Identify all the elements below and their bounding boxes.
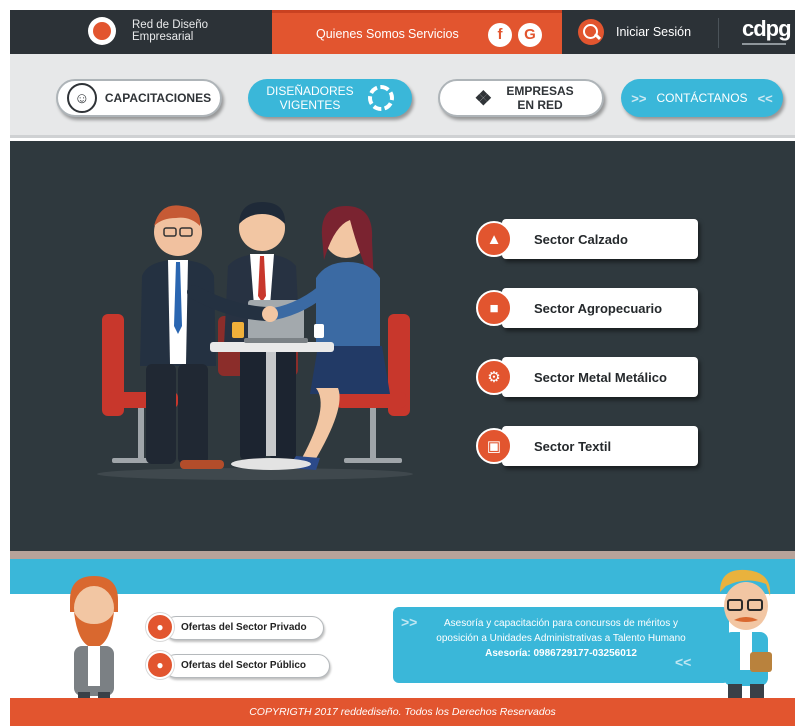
partner-logo[interactable]: cdpg: [742, 16, 792, 42]
chevron-left-icon: <<: [757, 90, 773, 106]
hero-panel: ▲ Sector Calzado ■ Sector Agropecuario ⚙…: [10, 141, 795, 551]
asesoria-banner[interactable]: >> Asesoría y capacitación para concurso…: [393, 607, 729, 683]
facebook-icon[interactable]: f: [488, 23, 512, 47]
oferta-sector-privado[interactable]: ● Ofertas del Sector Privado: [146, 613, 326, 641]
recycle-icon: [367, 85, 394, 111]
business-meeting-illustration: [97, 202, 413, 480]
tab-empresas-line-2: EN RED: [517, 98, 563, 112]
login-link[interactable]: Iniciar Sesión: [616, 25, 691, 39]
shoe-icon: ▲: [476, 221, 512, 257]
tab-empresas-label: EMPRESAS EN RED: [506, 84, 573, 112]
business-people-icon: ❖: [474, 87, 493, 110]
sector-textil-label: Sector Textil: [502, 426, 698, 466]
oferta-sector-publico-label: Ofertas del Sector Público: [164, 654, 330, 678]
asesoria-line-2: oposición a Unidades Administrativas a T…: [436, 633, 686, 644]
hipster-man-illustration: [720, 569, 772, 712]
site-logo[interactable]: Red de Diseño Empresarial: [88, 17, 208, 45]
tab-contactanos[interactable]: >> CONTÁCTANOS <<: [621, 79, 783, 117]
tab-disenadores-line-1: DISEÑADORES: [266, 84, 354, 98]
tab-capacitaciones-label: CAPACITACIONES: [104, 91, 212, 105]
oferta-sector-privado-label: Ofertas del Sector Privado: [164, 616, 324, 640]
main-nav: Quienes Somos Servicios f G: [272, 10, 562, 54]
gear-icon: ⚙: [476, 359, 512, 395]
chevron-left-icon: <<: [675, 654, 692, 670]
hero-divider: [10, 551, 795, 559]
tab-empresas-line-1: EMPRESAS: [506, 84, 574, 98]
tab-capacitaciones[interactable]: ☺ CAPACITACIONES: [56, 79, 222, 117]
tab-empresas-en-red[interactable]: ❖ EMPRESAS EN RED: [438, 79, 604, 117]
asesoria-line-1: Asesoría y capacitación para concursos d…: [444, 618, 678, 629]
chevron-right-icon: >>: [401, 614, 418, 630]
copyright-text: COPYRIGTH 2017 reddediseño. Todos los De…: [10, 698, 795, 726]
logo-mark-icon: ●: [146, 651, 174, 679]
search-icon[interactable]: [578, 19, 604, 45]
google-icon[interactable]: G: [518, 23, 542, 47]
nav-quienes-somos[interactable]: Quienes Somos: [316, 27, 405, 41]
tab-contactanos-label: CONTÁCTANOS: [656, 91, 748, 105]
category-tabs: ☺ CAPACITACIONES DISEÑADORES VIGENTES ❖ …: [10, 54, 795, 138]
logo-mark-icon: [88, 17, 116, 45]
group-meeting-icon: ☺: [66, 83, 97, 113]
partner-logo-underline: [742, 43, 786, 45]
sector-agropecuario-label: Sector Agropecuario: [502, 288, 698, 328]
logo-text: Red de Diseño Empresarial: [132, 19, 208, 43]
logo-mark-icon: ●: [146, 613, 174, 641]
oferta-sector-publico[interactable]: ● Ofertas del Sector Público: [146, 651, 332, 679]
divider: [718, 18, 719, 48]
tab-disenadores-label: DISEÑADORES VIGENTES: [266, 84, 353, 112]
sewing-machine-icon: ▣: [476, 428, 512, 464]
top-navbar: Red de Diseño Empresarial Quienes Somos …: [10, 10, 795, 54]
sector-calzado-label: Sector Calzado: [502, 219, 698, 259]
tab-disenadores-vigentes[interactable]: DISEÑADORES VIGENTES: [248, 79, 412, 117]
logo-line-1: Red de Diseño: [132, 19, 209, 31]
sector-metal-metalico-label: Sector Metal Metálico: [502, 357, 698, 397]
nav-servicios[interactable]: Servicios: [408, 27, 459, 41]
chevron-right-icon: >>: [631, 90, 647, 106]
tab-disenadores-line-2: VIGENTES: [279, 98, 341, 112]
logo-line-2: Empresarial: [132, 31, 194, 43]
cow-icon: ■: [476, 290, 512, 326]
